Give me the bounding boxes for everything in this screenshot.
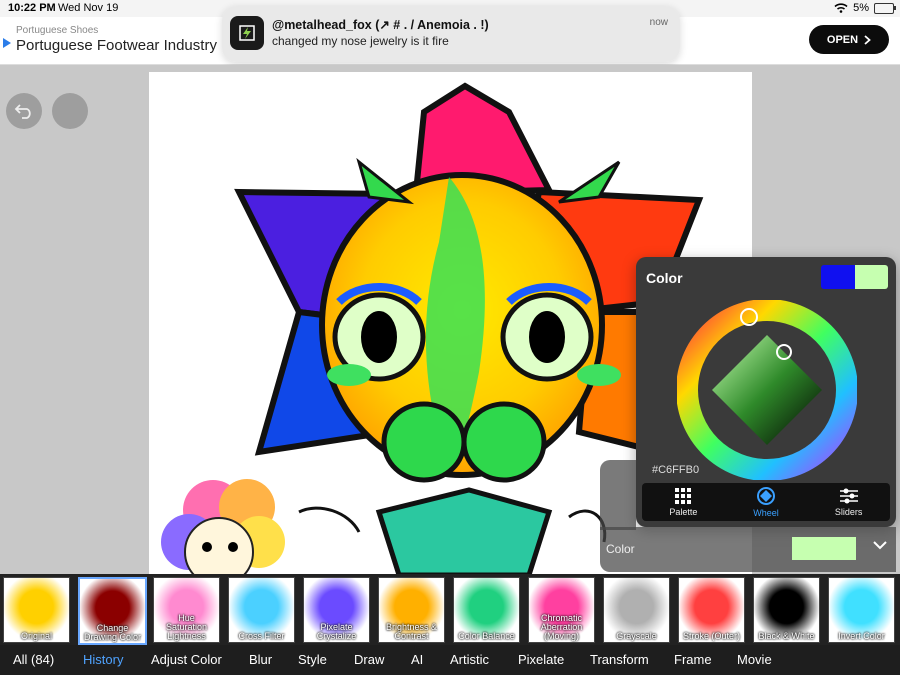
filter-item[interactable]: Invert Color xyxy=(828,577,895,643)
filter-strip: Original Change Drawing Color Hue Saturation… xyxy=(0,574,900,645)
filter-label: Chromatic Aberration (Moving) xyxy=(540,613,583,641)
category-tab[interactable]: Frame xyxy=(674,652,712,667)
color-panel-title: Color xyxy=(646,270,683,286)
battery-icon xyxy=(874,2,896,14)
color-mode-tabs: Palette Wheel Sliders xyxy=(642,483,890,521)
ad-info-icon[interactable] xyxy=(2,37,12,49)
filter-label: Grayscale xyxy=(616,631,657,641)
color-setting-label: Color xyxy=(606,542,635,556)
color-value-chip[interactable] xyxy=(792,537,856,560)
status-time: 10:22 PM xyxy=(8,2,56,14)
category-tab[interactable]: AI xyxy=(411,652,423,667)
primary-swatch[interactable] xyxy=(821,265,855,289)
status-date: Wed Nov 19 xyxy=(58,2,119,14)
sliders-icon xyxy=(839,488,858,503)
filter-item[interactable]: Cross Filter xyxy=(228,577,295,643)
filter-label: Pixelate Crystalize xyxy=(316,622,357,641)
undo-icon xyxy=(14,104,31,119)
filter-item[interactable]: Pixelate Crystalize xyxy=(303,577,370,643)
hex-value[interactable]: #C6FFB0 xyxy=(652,464,699,476)
category-tab[interactable]: Movie xyxy=(737,652,772,667)
category-tab[interactable]: Artistic xyxy=(450,652,489,667)
category-tab[interactable]: Adjust Color xyxy=(151,652,222,667)
status-indicators: 5% xyxy=(834,2,896,14)
color-setting-row[interactable]: Color xyxy=(600,527,896,572)
filter-item[interactable]: Chromatic Aberration (Moving) xyxy=(528,577,595,643)
filter-label: Stroke (Outer) xyxy=(682,631,740,641)
filter-label: Original xyxy=(20,631,52,641)
ad-sponsor: Portuguese Shoes xyxy=(16,25,99,36)
filter-item[interactable]: Stroke (Outer) xyxy=(678,577,745,643)
ad-title[interactable]: Portuguese Footwear Industry xyxy=(16,37,217,54)
filter-label: Invert Color xyxy=(838,631,885,641)
filter-label: Black & White xyxy=(758,631,815,641)
ad-open-label: OPEN xyxy=(826,33,859,46)
category-tab[interactable]: Transform xyxy=(590,652,649,667)
filter-label: Color Balance xyxy=(458,631,515,641)
tab-wheel[interactable]: Wheel xyxy=(725,483,808,521)
notification-body: changed my nose jewelry is it fire xyxy=(272,34,449,48)
tab-palette-label: Palette xyxy=(669,506,698,517)
filter-item[interactable]: Change Drawing Color xyxy=(78,577,147,645)
secondary-swatch[interactable] xyxy=(854,265,888,289)
color-wheel[interactable] xyxy=(677,300,857,480)
notification-time: now xyxy=(649,17,668,28)
category-tab[interactable]: Draw xyxy=(354,652,384,667)
wifi-icon xyxy=(834,3,848,13)
tab-sliders[interactable]: Sliders xyxy=(807,483,890,521)
app-icon xyxy=(230,16,264,50)
chevron-down-icon[interactable] xyxy=(872,537,888,553)
color-row-edge xyxy=(600,460,636,530)
tab-sliders-label: Sliders xyxy=(834,506,863,517)
filter-label: Hue Saturation Lightness xyxy=(165,613,208,641)
filter-label: Cross Filter xyxy=(238,631,285,641)
category-tab[interactable]: Pixelate xyxy=(518,652,564,667)
notification-banner[interactable]: @metalhead_fox (↗ # . / Anemoia . !) cha… xyxy=(222,6,680,62)
redo-button[interactable] xyxy=(52,93,88,129)
filter-item[interactable]: Original xyxy=(3,577,70,643)
wheel-icon xyxy=(757,486,775,505)
filter-item[interactable]: Grayscale xyxy=(603,577,670,643)
grid-icon xyxy=(675,487,692,504)
category-tab[interactable]: Style xyxy=(298,652,327,667)
filter-item[interactable]: Brightness & Contrast xyxy=(378,577,445,643)
filter-item[interactable]: Black & White xyxy=(753,577,820,643)
category-tab[interactable]: Blur xyxy=(249,652,272,667)
undo-button[interactable] xyxy=(6,93,42,129)
category-bar: All (84) History Adjust Color Blur Style Draw… xyxy=(0,645,900,675)
ad-open-button[interactable]: OPEN xyxy=(809,25,889,54)
battery-percent: 5% xyxy=(853,2,869,14)
filter-item[interactable]: Hue Saturation Lightness xyxy=(153,577,220,643)
workspace: Color #C6FFB0 Palette Wheel Sliders xyxy=(0,65,900,575)
color-picker-panel: Color #C6FFB0 Palette Wheel Sliders xyxy=(636,257,896,527)
filter-label: Brightness & Contrast xyxy=(385,622,438,641)
category-tab[interactable]: History xyxy=(83,652,123,667)
filter-item[interactable]: Color Balance xyxy=(453,577,520,643)
tab-palette[interactable]: Palette xyxy=(642,483,725,521)
color-swatches[interactable] xyxy=(821,265,888,289)
category-tab[interactable]: All (84) xyxy=(13,652,54,667)
tab-wheel-label: Wheel xyxy=(753,507,779,518)
filter-label: Change Drawing Color xyxy=(83,623,142,642)
notification-title: @metalhead_fox (↗ # . / Anemoia . !) xyxy=(272,18,489,32)
chevron-right-icon xyxy=(864,34,871,45)
